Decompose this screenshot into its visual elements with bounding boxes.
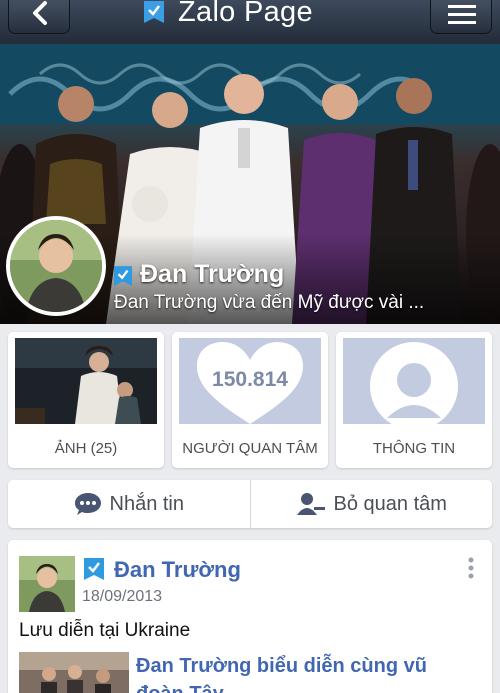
photos-tile[interactable]: ẢNH (25)	[8, 332, 164, 468]
info-label: THÔNG TIN	[372, 440, 456, 457]
chevron-left-icon	[33, 1, 47, 25]
app-title: Zalo Page	[178, 0, 313, 28]
profile-avatar-image	[10, 220, 102, 312]
cover-photo[interactable]: Đan Trường Đan Trường vừa đến Mỹ được và…	[0, 44, 500, 324]
post-card: Đan Trường 18/09/2013 Lưu diễn tại Ukrai…	[8, 540, 492, 693]
link-thumbnail[interactable]	[19, 652, 129, 693]
verified-badge-icon	[114, 266, 132, 286]
post-date: 18/09/2013	[82, 588, 163, 605]
profile-name: Đan Trường	[140, 260, 285, 288]
followers-panel: 150.814	[179, 338, 321, 424]
followers-count: 150.814	[212, 368, 288, 391]
verified-badge-icon	[144, 1, 164, 23]
followers-tile[interactable]: 150.814 NGƯỜI QUAN TÂM	[172, 332, 328, 468]
unfollow-label: Bỏ quan tâm	[333, 492, 447, 515]
top-nav-bar: Zalo Page	[0, 0, 500, 44]
menu-button[interactable]	[430, 0, 492, 34]
link-title[interactable]: Đan Trường biểu diễn cùng vũ đoàn Tây	[136, 652, 476, 693]
message-button[interactable]: Nhắn tin	[8, 480, 250, 528]
user-silhouette-icon	[370, 342, 458, 424]
info-tile[interactable]: THÔNG TIN	[336, 332, 492, 468]
photos-thumbnail	[15, 338, 157, 424]
post-author-name[interactable]: Đan Trường	[114, 557, 241, 583]
message-label: Nhắn tin	[109, 492, 185, 515]
more-options-icon[interactable]	[466, 556, 476, 580]
action-bar: Nhắn tin Bỏ quan tâm	[8, 480, 492, 528]
info-panel	[343, 338, 485, 424]
verified-badge-icon	[84, 558, 104, 580]
profile-status[interactable]: Đan Trường vừa đến Mỹ được vài ...	[114, 292, 424, 314]
page-title: Zalo Page	[144, 0, 313, 32]
unfollow-button[interactable]: Bỏ quan tâm	[251, 480, 493, 528]
photos-label: ẢNH (25)	[54, 440, 118, 457]
post-author-avatar[interactable]	[19, 556, 75, 612]
post-text: Lưu diễn tại Ukraine	[19, 620, 191, 641]
user-minus-icon	[296, 493, 325, 515]
chat-bubble-icon	[74, 493, 101, 515]
followers-label: NGƯỜI QUAN TÂM	[182, 440, 318, 457]
post-avatar-image	[19, 556, 75, 612]
profile-avatar[interactable]	[6, 216, 106, 316]
back-button[interactable]	[8, 0, 70, 34]
hamburger-menu-icon	[448, 5, 476, 24]
